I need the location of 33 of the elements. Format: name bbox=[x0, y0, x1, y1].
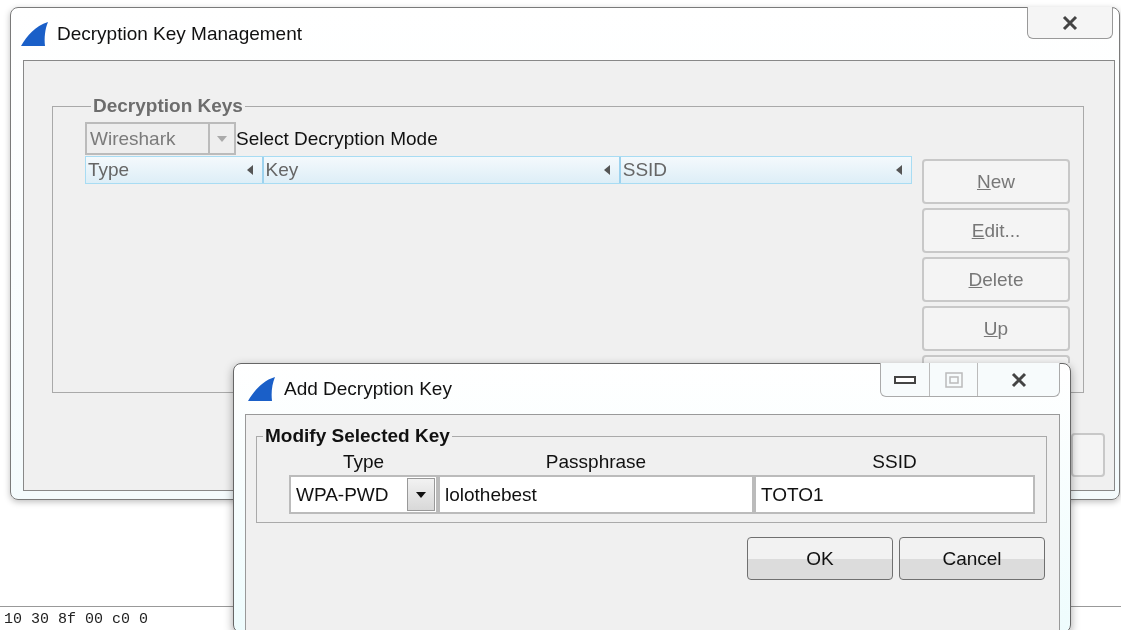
field-label: SSID bbox=[871, 451, 918, 473]
sort-arrow-icon bbox=[895, 164, 903, 176]
type-dropdown[interactable]: WPA-PWD bbox=[289, 475, 438, 514]
close-button[interactable] bbox=[1027, 7, 1113, 39]
mode-label: Select Decryption Mode bbox=[236, 127, 438, 150]
input-field[interactable]: TOTO1 bbox=[754, 475, 1035, 514]
sort-arrow-icon bbox=[602, 164, 611, 176]
group-title: Decryption Keys bbox=[92, 95, 244, 117]
dialog-button[interactable]: OK bbox=[747, 537, 893, 580]
hex-text: 10 30 8f 00 c0 0 bbox=[4, 611, 149, 628]
action-button[interactable]: Delete bbox=[922, 257, 1070, 302]
action-button[interactable]: Up bbox=[922, 306, 1070, 351]
field-label: Type bbox=[341, 451, 386, 473]
close-icon bbox=[1061, 14, 1079, 31]
input-field[interactable]: lolothebest bbox=[438, 475, 754, 514]
fin-icon bbox=[19, 21, 49, 47]
minimize-icon bbox=[894, 375, 916, 384]
close-icon bbox=[1009, 371, 1028, 388]
fin-icon bbox=[246, 376, 276, 402]
action-button[interactable]: New bbox=[922, 159, 1070, 204]
dialog-title: Add Decryption Key bbox=[284, 378, 452, 400]
window-title: Decryption Key Management bbox=[57, 23, 302, 45]
group-title: Modify Selected Key bbox=[264, 425, 451, 447]
maximize-icon bbox=[944, 371, 963, 388]
column-header[interactable]: SSID bbox=[618, 157, 911, 183]
action-button[interactable]: Edit... bbox=[922, 208, 1070, 253]
field-label: Passphrase bbox=[544, 451, 648, 473]
dropdown-arrow-icon bbox=[415, 490, 427, 499]
column-header[interactable]: Key bbox=[261, 157, 619, 183]
dialog-button[interactable]: Cancel bbox=[899, 537, 1045, 580]
column-header[interactable]: Type bbox=[86, 157, 262, 183]
dropdown-arrow-icon bbox=[216, 134, 228, 143]
sort-arrow-icon bbox=[245, 164, 254, 176]
